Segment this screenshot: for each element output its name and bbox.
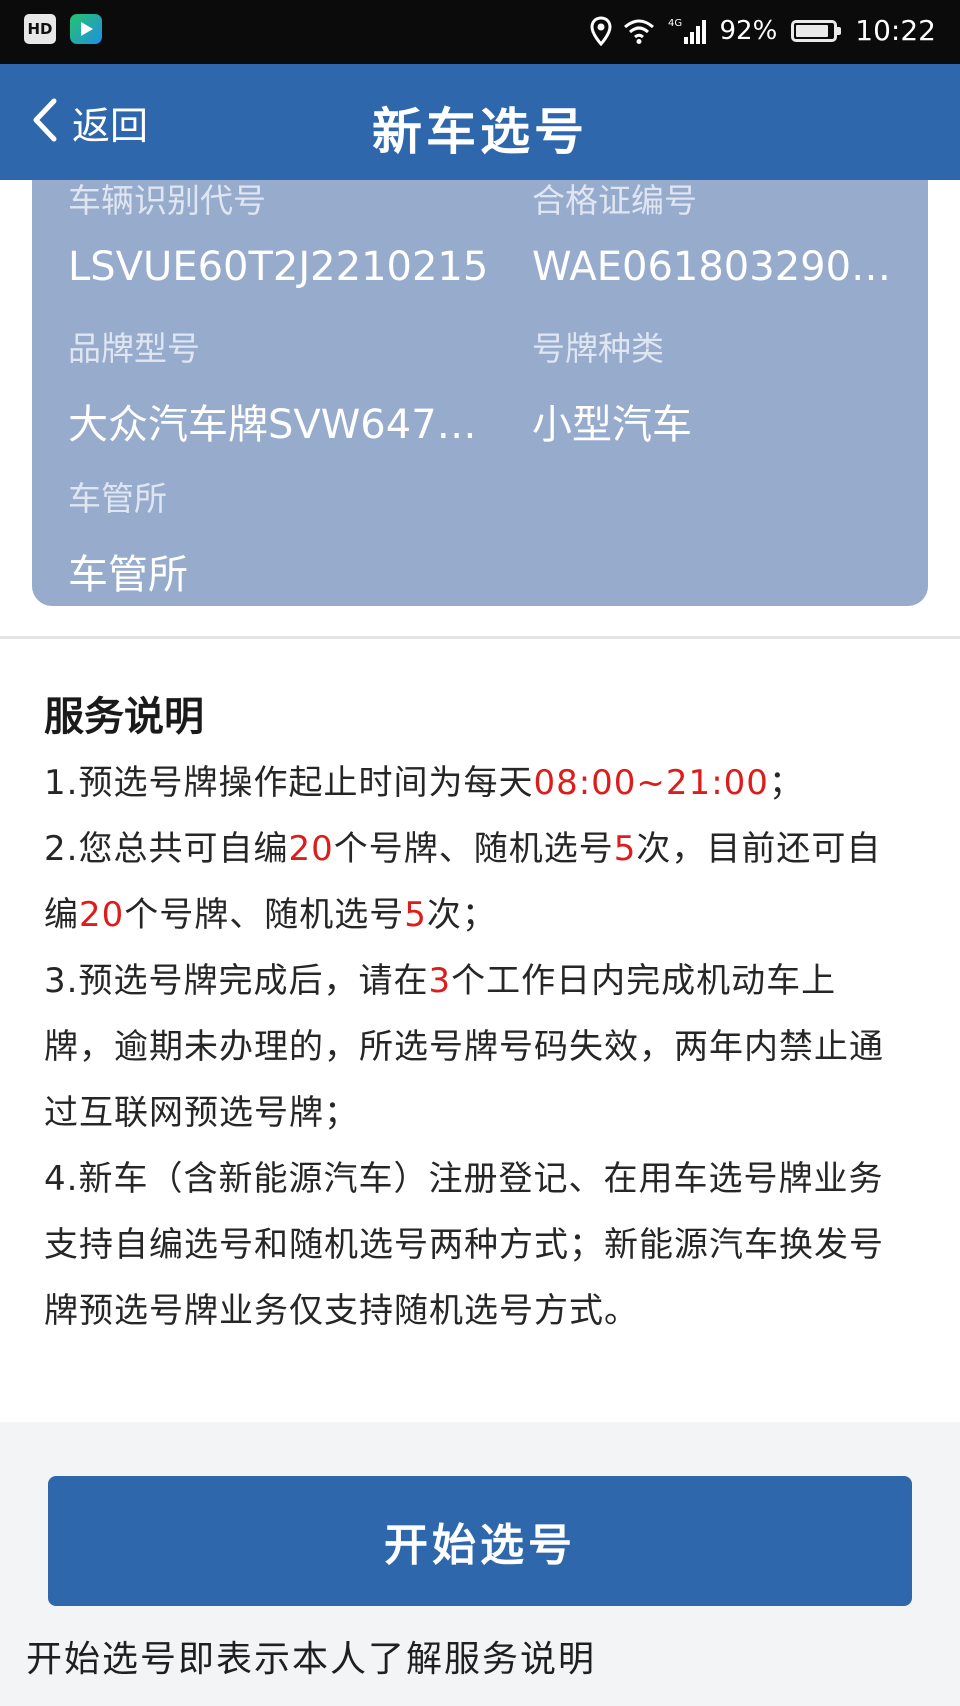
model-value: 大众汽车牌SVW647…: [68, 402, 477, 448]
top-nav-bar: 返回 新车选号: [0, 64, 960, 180]
plate-type-label: 号牌种类: [532, 329, 664, 368]
status-time: 10:22: [855, 14, 936, 47]
service-text: 1.预选号牌操作起止时间为每天: [44, 763, 534, 803]
cert-label: 合格证编号: [532, 181, 697, 220]
status-bar-right: 4G 92% 10:22: [589, 14, 936, 47]
service-heading: 服务说明: [44, 694, 204, 740]
vin-field: 车辆识别代号 LSVUE60T2J2210215: [68, 174, 508, 290]
service-time-highlight: 08:00~21:00: [533, 763, 769, 803]
office-field: 车管所 车管所: [68, 472, 508, 600]
service-item-1: 1.预选号牌操作起止时间为每天08:00~21:00；: [44, 750, 904, 816]
network-label: 4G: [668, 18, 682, 29]
status-bar: HD 4G 92% 10:22: [0, 0, 960, 64]
vin-label: 车辆识别代号: [68, 181, 266, 220]
start-selection-button[interactable]: 开始选号: [48, 1476, 912, 1606]
office-value: 车管所: [68, 552, 188, 598]
service-text: 2.您总共可自编: [44, 829, 289, 869]
service-text: 个号牌、随机选号: [333, 829, 614, 869]
vin-value: LSVUE60T2J2210215: [68, 244, 489, 290]
service-number-highlight: 20: [288, 829, 334, 869]
model-label: 品牌型号: [68, 329, 200, 368]
cert-value: WAE061803290382: [532, 244, 912, 290]
footer-note: 开始选号即表示本人了解服务说明: [26, 1639, 597, 1680]
service-item-3: 3.预选号牌完成后，请在3个工作日内完成机动车上牌，逾期未办理的，所选号牌号码失…: [44, 948, 904, 1146]
service-text: ；: [768, 763, 804, 803]
status-bar-left: HD: [24, 14, 102, 44]
service-text: 个号牌、随机选号: [124, 895, 405, 935]
footer: 开始选号 开始选号即表示本人了解服务说明: [0, 1422, 960, 1706]
video-app-icon: [70, 14, 102, 44]
cert-field: 合格证编号 WAE061803290382: [532, 174, 912, 290]
wifi-icon: [622, 17, 656, 45]
service-body: 1.预选号牌操作起止时间为每天08:00~21:00； 2.您总共可自编20个号…: [44, 750, 904, 1344]
service-number-highlight: 5: [404, 895, 427, 935]
model-field: 品牌型号 大众汽车牌SVW647…: [68, 322, 508, 450]
battery-icon: [791, 19, 842, 42]
office-label: 车管所: [68, 479, 167, 518]
signal-icon: 4G: [666, 16, 710, 46]
service-number-highlight: 20: [79, 895, 125, 935]
section-divider: [0, 636, 960, 639]
page-title: 新车选号: [372, 103, 588, 161]
battery-percent: 92%: [719, 15, 778, 46]
vehicle-info-card: 车辆识别代号 LSVUE60T2J2210215 合格证编号 WAE061803…: [32, 180, 928, 606]
service-text: 3.预选号牌完成后，请在: [44, 961, 429, 1001]
service-number-highlight: 3: [428, 961, 452, 1001]
location-icon: [589, 15, 612, 46]
service-item-2: 2.您总共可自编20个号牌、随机选号5次，目前还可自编20个号牌、随机选号5次；: [44, 816, 904, 948]
service-description: 服务说明 1.预选号牌操作起止时间为每天08:00~21:00； 2.您总共可自…: [0, 640, 960, 1422]
plate-type-value: 小型汽车: [532, 402, 692, 448]
hd-badge: HD: [24, 14, 56, 44]
service-item-4: 4.新车（含新能源汽车）注册登记、在用车选号牌业务支持自编选号和随机选号两种方式…: [44, 1159, 884, 1331]
service-number-highlight: 5: [613, 829, 637, 869]
vehicle-info-area: 车辆识别代号 LSVUE60T2J2210215 合格证编号 WAE061803…: [0, 180, 960, 640]
plate-type-field: 号牌种类 小型汽车: [532, 322, 912, 450]
service-text: 次；: [426, 895, 497, 935]
